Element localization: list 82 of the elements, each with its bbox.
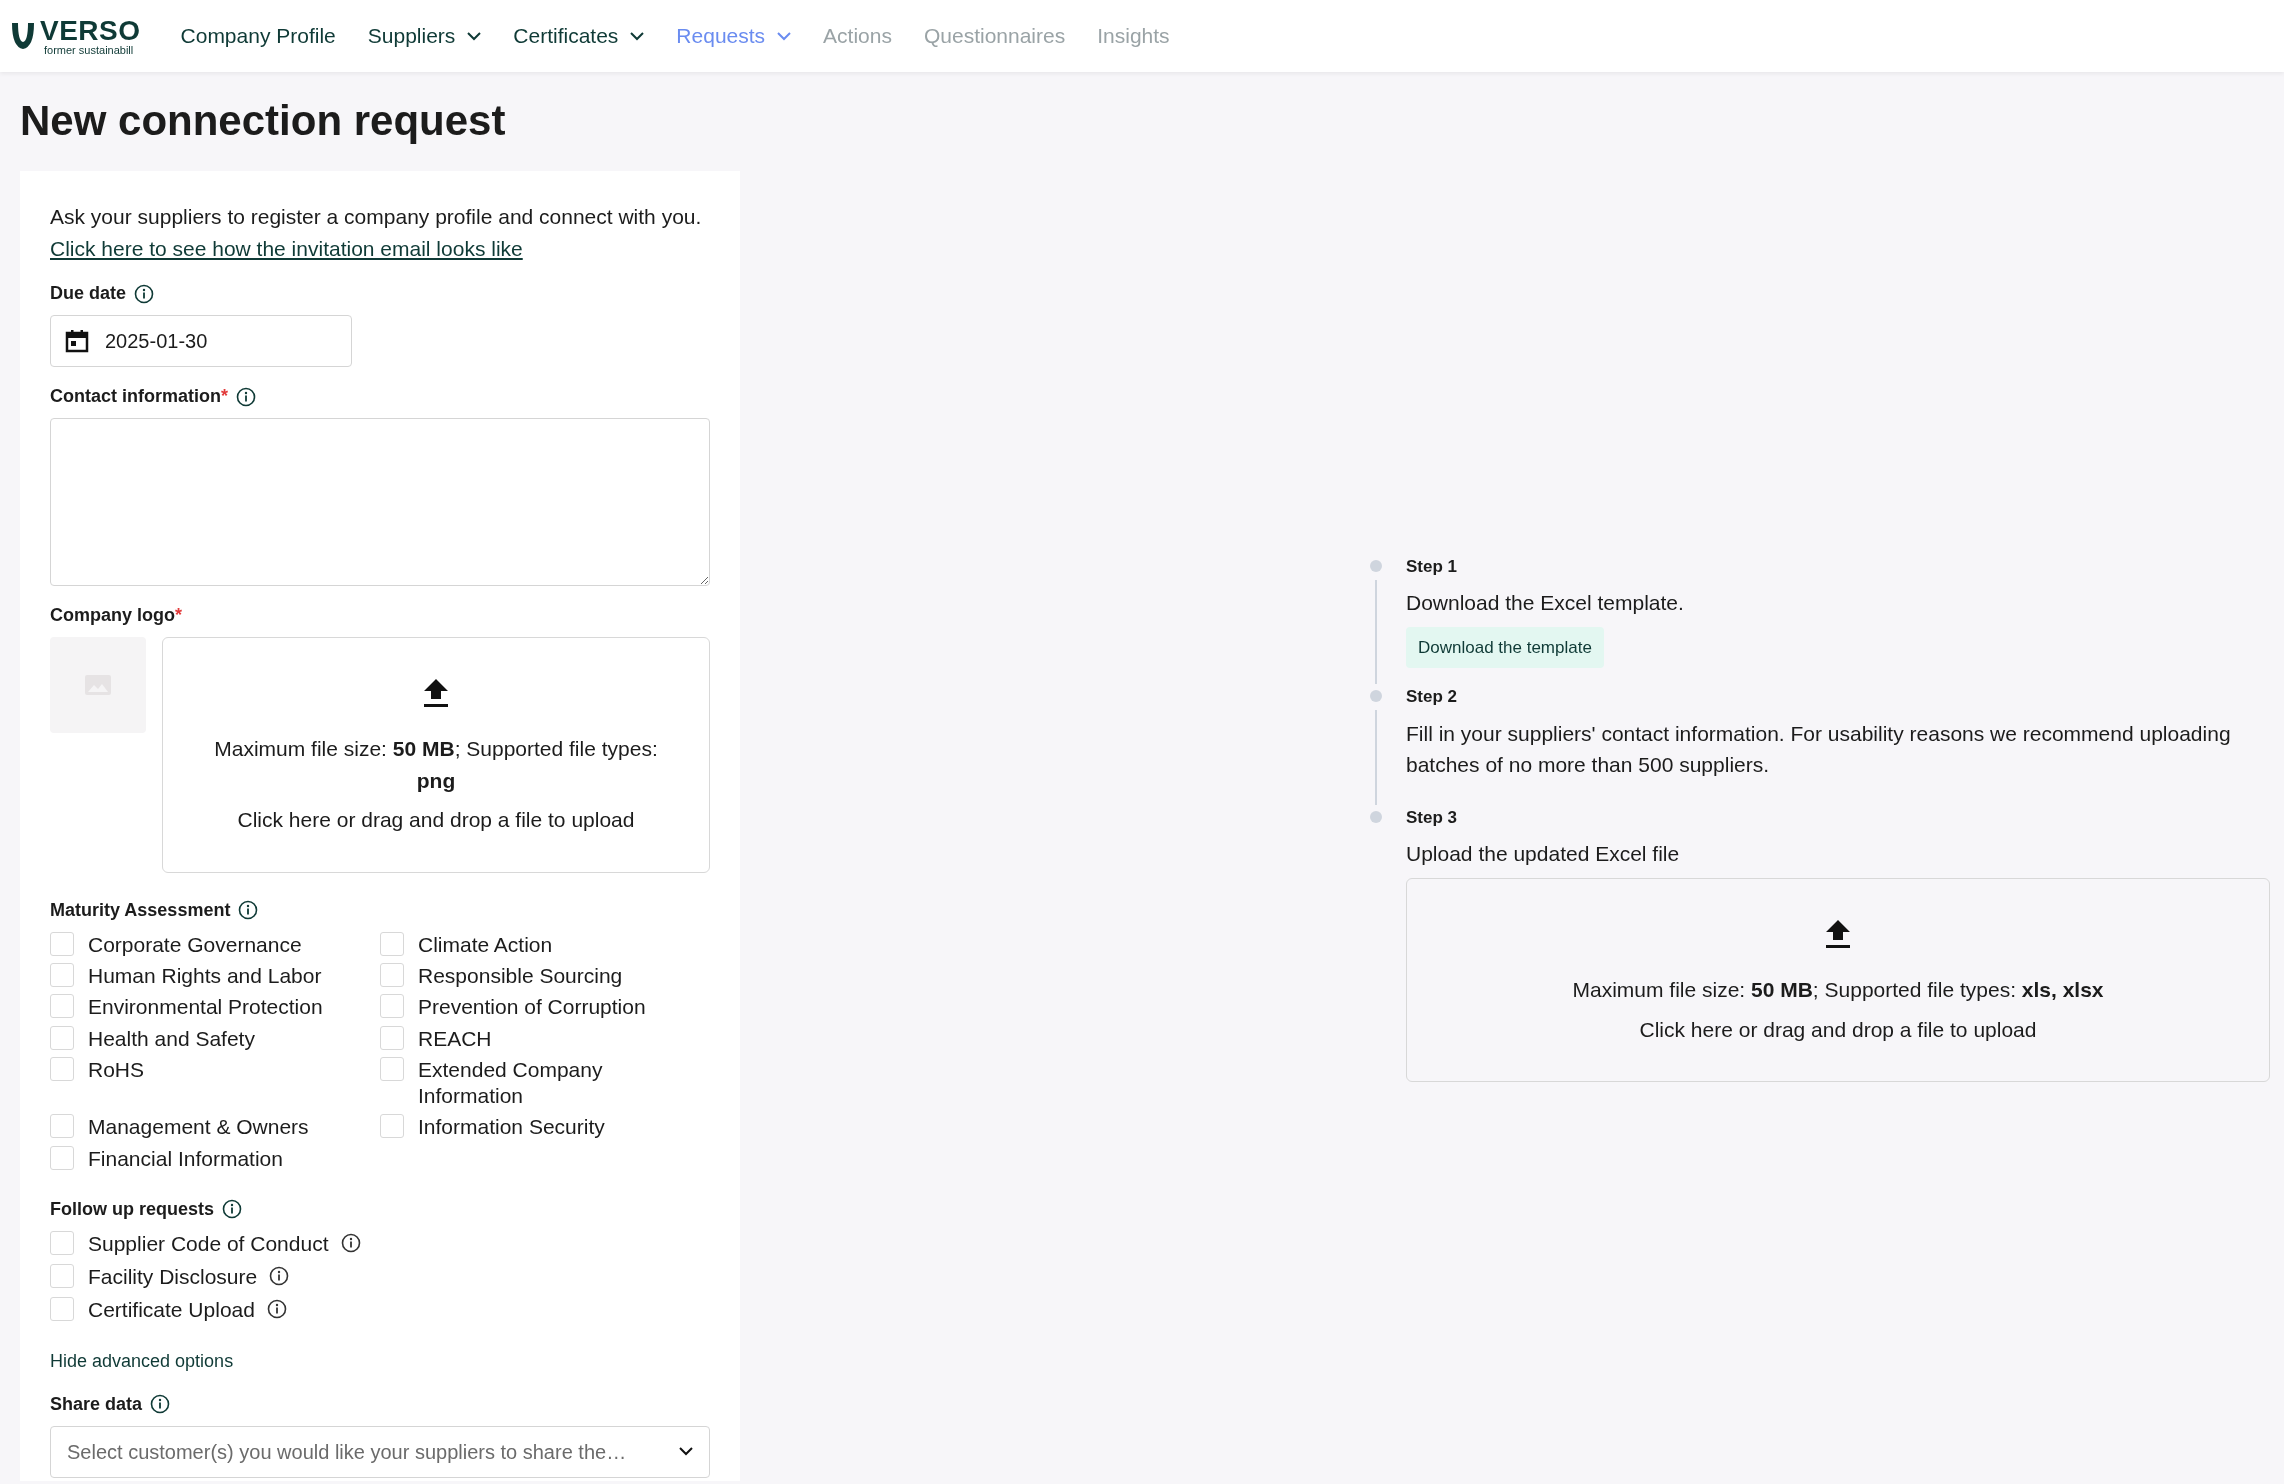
checkbox[interactable] [50,1145,74,1170]
step-dot [1370,559,1382,572]
upload-icon [1824,918,1852,951]
date-field[interactable]: 2025-01-30 [50,315,352,367]
step-title: Step 1 [1406,555,1459,578]
advanced-options-toggle[interactable]: Hide advanced options [50,1347,234,1375]
step-dot [1370,690,1382,703]
checkbox[interactable] [50,1025,74,1050]
checkbox-label: Management & Owners [88,1114,309,1141]
info-icon [134,283,155,304]
nav-tab[interactable]: Suppliers [351,20,498,52]
contact-textarea[interactable] [50,418,710,586]
upload-hint: Click here or drag and drop a file to upload [236,807,636,834]
field-label: Due date [50,282,127,305]
checkbox[interactable] [50,994,74,1019]
chevron-down-icon [467,31,482,41]
download-template-button[interactable]: Download the template [1406,626,1604,669]
chevron-down-icon [679,1447,693,1457]
checkbox-label: Extended Company Information [418,1056,604,1110]
chevron-down-icon [777,31,792,41]
checkbox[interactable] [380,931,404,956]
checkbox-label: Human Rights and Labor [88,963,322,990]
chevron-down-icon [630,31,645,41]
share-data-select[interactable]: Select customer(s) you would like your suppliers to share the… [50,1425,710,1478]
checkbox-label: Supplier Code of Conduct [88,1230,329,1257]
step-text: Upload the updated Excel file [1406,841,1681,868]
checkbox-label: Corporate Governance [88,931,302,958]
checkbox-label: RoHS [88,1056,145,1083]
checkbox[interactable] [380,994,404,1019]
checkbox-label: Certificate Upload [88,1297,255,1324]
info-icon [238,900,259,921]
logo-icon [10,21,36,51]
upload-icon [422,677,450,710]
info-icon [236,386,256,407]
checkbox[interactable] [380,963,404,988]
file-dropzone[interactable]: Maximum file size: 50 MB; Supported file types: xls, xlsx Click here or drag and drop a file to upload [1406,877,2270,1083]
field-label: Follow up requests [50,1197,214,1221]
checkbox-label: Health and Safety [88,1025,255,1052]
file-dropzone[interactable]: Maximum file size: 50 MB; Supported file types: png Click here or drag and drop a file to upload [162,637,710,873]
upload-info: Maximum file size: 50 MB; Supported file types: xls, xlsx [1571,977,2105,1004]
field-label: Company logo* [50,604,182,627]
upload-info: Maximum file size: 50 MB; Supported file types: png [213,736,659,794]
info-icon [269,1266,290,1287]
checkbox[interactable] [50,963,74,988]
logo-text: VERSO [40,16,141,45]
field-label: Contact information* [50,385,228,408]
checkbox[interactable] [50,1230,74,1255]
checkbox-label: Facility Disclosure [88,1264,258,1291]
step-title: Step 3 [1406,806,1459,829]
checkbox-label: Environmental Protection [88,994,323,1021]
checkbox-label: REACH [418,1025,492,1052]
checkbox[interactable] [50,1114,74,1139]
checkbox[interactable] [50,1297,74,1322]
field-label: Share data [50,1392,143,1416]
info-icon [222,1199,242,1220]
nav-tab[interactable]: Certificates [497,20,661,52]
step-dot [1370,810,1382,823]
intro-text: Ask your suppliers to register a company profile and connect with you. [50,204,703,230]
checkbox[interactable] [380,1114,404,1139]
checkbox[interactable] [50,931,74,956]
checkbox-label: Information Security [418,1114,605,1141]
step-text: Fill in your suppliers' contact information. For usability reasons we recommend uploading batches of no more than 500 suppliers. [1406,720,2232,779]
upload-hint: Click here or drag and drop a file to upload [1638,1016,2038,1043]
page-title: New connection request [20,100,507,142]
checkbox[interactable] [380,1056,404,1081]
checkbox-label: Financial Information [88,1145,283,1172]
step-title: Step 2 [1406,686,1459,709]
checkbox[interactable] [50,1264,74,1289]
step-text: Download the Excel template. [1406,590,1685,617]
logo-tagline: former sustainabill [44,44,135,56]
invitation-link[interactable]: Click here to see how the invitation email looks like [50,236,523,260]
nav-tab[interactable]: Company Profile [164,20,352,52]
field-label: Maturity Assessment [50,898,231,922]
calendar-icon [65,329,89,353]
info-icon [150,1394,171,1415]
info-icon [266,1299,287,1320]
checkbox-label: Climate Action [418,931,553,958]
checkbox[interactable] [50,1056,74,1081]
checkbox-label: Responsible Sourcing [418,963,623,990]
checkbox[interactable] [380,1025,404,1050]
info-icon [340,1232,361,1253]
checkbox-label: Prevention of Corruption [418,994,646,1021]
